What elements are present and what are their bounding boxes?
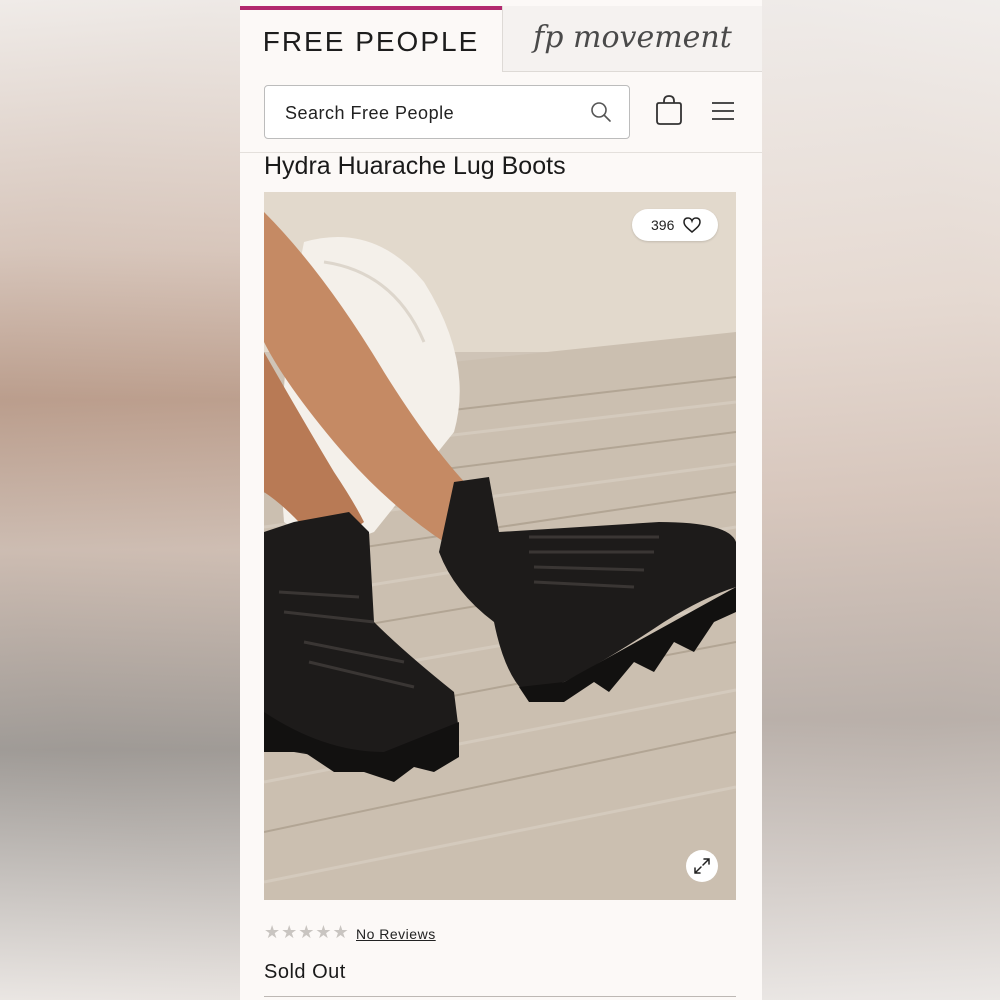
phone-screen: FREE PEOPLE fp movement Hydra Huarache L… xyxy=(240,0,762,1000)
search-field[interactable] xyxy=(264,85,630,139)
menu-icon[interactable] xyxy=(710,100,736,122)
search-input[interactable] xyxy=(283,98,577,128)
like-button[interactable]: 396 xyxy=(632,209,718,241)
tab-fp-movement[interactable]: fp movement xyxy=(502,6,762,72)
tab-fp-movement-logo: fp movement xyxy=(533,20,732,55)
availability-status: Sold Out xyxy=(264,961,346,983)
rating-row: ★★★★★ No Reviews xyxy=(264,920,736,948)
bag-icon[interactable] xyxy=(654,94,684,126)
like-count: 396 xyxy=(651,217,675,233)
tab-free-people-label: FREE PEOPLE xyxy=(262,26,480,57)
heart-icon xyxy=(683,217,701,233)
product-photo xyxy=(264,192,736,900)
expand-button[interactable] xyxy=(686,850,718,882)
brand-tabs: FREE PEOPLE fp movement xyxy=(240,0,762,72)
reviews-link[interactable]: No Reviews xyxy=(356,926,436,942)
header-bar xyxy=(240,72,762,153)
search-icon[interactable] xyxy=(589,100,613,124)
product-title: Hydra Huarache Lug Boots xyxy=(264,152,566,180)
background-blur-left xyxy=(0,0,240,1000)
rating-stars: ★★★★★ xyxy=(264,922,350,942)
divider xyxy=(264,996,736,997)
background-blur-right xyxy=(762,0,1000,1000)
expand-icon xyxy=(694,858,710,874)
product-image[interactable]: 396 xyxy=(264,192,736,900)
tab-free-people[interactable]: FREE PEOPLE xyxy=(240,6,502,72)
